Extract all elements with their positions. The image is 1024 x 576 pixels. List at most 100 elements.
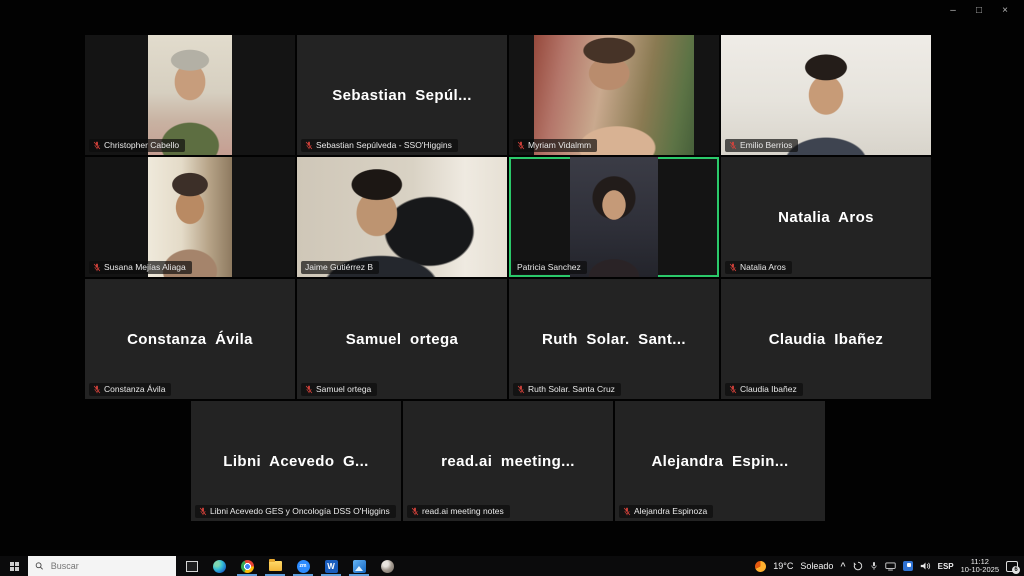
photos-icon [353, 560, 366, 573]
gimp-icon [381, 560, 394, 573]
search-input[interactable] [49, 560, 169, 572]
participant-tile[interactable]: Christopher Cabello [85, 35, 295, 155]
participant-tile[interactable]: Libni Acevedo G... Libni Acevedo GES y O… [191, 401, 401, 521]
system-tray: 19°C Soleado ^ ESP 11:12 10-10-2025 6 [755, 558, 1024, 575]
participant-tile[interactable]: Emilio Berrios [721, 35, 931, 155]
taskbar-app-gimp[interactable] [373, 556, 401, 576]
weather-sun-icon[interactable] [755, 561, 766, 572]
muted-mic-icon [729, 263, 737, 272]
taskbar-search[interactable] [28, 556, 176, 576]
participant-nameplate: Natalia Aros [725, 261, 792, 274]
participant-name-label: Claudia Ibañez [740, 385, 797, 394]
taskbar-app-chrome[interactable] [233, 556, 261, 576]
participant-tile[interactable]: Constanza Ávila Constanza Ávila [85, 279, 295, 399]
minimize-button[interactable]: – [940, 0, 966, 22]
sync-icon[interactable] [853, 561, 863, 571]
participant-name-label: Christopher Cabello [104, 141, 179, 150]
weather-temperature[interactable]: 19°C [773, 561, 793, 571]
display-cast-icon[interactable] [885, 562, 896, 571]
task-view-button[interactable] [179, 556, 205, 576]
clock-date: 10-10-2025 [961, 566, 999, 575]
action-center-icon[interactable]: 6 [1006, 561, 1018, 572]
participant-video [534, 35, 694, 155]
participant-video [721, 35, 931, 155]
participant-nameplate: Susana Mejías Aliaga [89, 261, 192, 274]
participant-tile[interactable]: Sebastian Sepúl... Sebastian Sepúlveda -… [297, 35, 507, 155]
muted-mic-icon [305, 385, 313, 394]
zoom-meeting-window: – □ × Christopher Cabello Sebastian Sepú… [0, 0, 1024, 556]
taskbar-clock[interactable]: 11:12 10-10-2025 [961, 558, 999, 575]
taskbar-app-word[interactable]: W [317, 556, 345, 576]
muted-mic-icon [729, 141, 737, 150]
weather-condition[interactable]: Soleado [800, 561, 833, 571]
participant-name-label: Natalia Aros [740, 263, 786, 272]
taskbar-app-edge[interactable] [205, 556, 233, 576]
notification-badge: 6 [1012, 566, 1020, 574]
participant-name-label: Samuel ortega [316, 385, 371, 394]
participant-video [570, 157, 658, 277]
start-button[interactable] [0, 556, 28, 576]
participant-nameplate: Claudia Ibañez [725, 383, 803, 396]
muted-mic-icon [517, 141, 525, 150]
participant-nameplate: Jaime Gutiérrez B [301, 261, 379, 274]
participant-tile[interactable]: Natalia Aros Natalia Aros [721, 157, 931, 277]
muted-mic-icon [517, 385, 525, 394]
microphone-icon[interactable] [870, 561, 878, 571]
participant-name-label: read.ai meeting notes [422, 507, 504, 516]
participant-name-label: Constanza Ávila [104, 385, 165, 394]
volume-icon[interactable] [920, 561, 931, 571]
teams-tray-icon[interactable] [903, 561, 913, 571]
participant-display-name: Samuel ortega [297, 279, 507, 399]
participant-nameplate: Constanza Ávila [89, 383, 171, 396]
muted-mic-icon [623, 507, 631, 516]
participant-display-name: Libni Acevedo G... [191, 401, 401, 521]
task-view-icon [186, 561, 198, 572]
muted-mic-icon [93, 385, 101, 394]
participant-tile-active-speaker[interactable]: Patricia Sanchez [509, 157, 719, 277]
language-indicator[interactable]: ESP [938, 562, 954, 571]
participant-name-label: Alejandra Espinoza [634, 507, 707, 516]
participant-tile[interactable]: Samuel ortega Samuel ortega [297, 279, 507, 399]
close-button[interactable]: × [992, 0, 1018, 22]
participant-nameplate: Patricia Sanchez [513, 261, 587, 274]
taskbar-app-file-explorer[interactable] [261, 556, 289, 576]
participant-display-name: Natalia Aros [721, 157, 931, 277]
participant-display-name: Alejandra Espin... [615, 401, 825, 521]
participant-name-label: Sebastian Sepúlveda - SSO'Higgins [316, 141, 452, 150]
participant-video [148, 157, 232, 277]
participant-tile[interactable]: Jaime Gutiérrez B [297, 157, 507, 277]
participant-display-name: Constanza Ávila [85, 279, 295, 399]
participant-name-label: Jaime Gutiérrez B [305, 263, 373, 272]
taskbar-app-zoom[interactable]: zm [289, 556, 317, 576]
file-explorer-icon [269, 561, 282, 571]
participant-name-label: Libni Acevedo GES y Oncología DSS O'Higg… [210, 507, 390, 516]
participant-display-name: Claudia Ibañez [721, 279, 931, 399]
participant-video [297, 157, 507, 277]
participant-tile[interactable]: Claudia Ibañez Claudia Ibañez [721, 279, 931, 399]
participant-nameplate: Alejandra Espinoza [619, 505, 713, 518]
window-controls: – □ × [940, 0, 1018, 22]
muted-mic-icon [411, 507, 419, 516]
taskbar-app-photos[interactable] [345, 556, 373, 576]
participant-tile[interactable]: Susana Mejías Aliaga [85, 157, 295, 277]
participant-nameplate: Libni Acevedo GES y Oncología DSS O'Higg… [195, 505, 396, 518]
participant-tile[interactable]: Alejandra Espin... Alejandra Espinoza [615, 401, 825, 521]
participant-tile[interactable]: Ruth Solar. Sant... Ruth Solar. Santa Cr… [509, 279, 719, 399]
participant-name-label: Emilio Berrios [740, 141, 792, 150]
participant-display-name: Sebastian Sepúl... [297, 35, 507, 155]
edge-icon [213, 560, 226, 573]
participant-tile[interactable]: Myriam Vidalmm [509, 35, 719, 155]
participant-nameplate: Samuel ortega [301, 383, 377, 396]
search-icon [35, 561, 44, 571]
chevron-up-icon[interactable]: ^ [840, 561, 845, 571]
muted-mic-icon [199, 507, 207, 516]
participant-nameplate: Ruth Solar. Santa Cruz [513, 383, 621, 396]
muted-mic-icon [305, 141, 313, 150]
participant-name-label: Patricia Sanchez [517, 263, 581, 272]
chrome-icon [241, 560, 254, 573]
participant-tile[interactable]: read.ai meeting... read.ai meeting notes [403, 401, 613, 521]
participant-name-label: Ruth Solar. Santa Cruz [528, 385, 615, 394]
participant-nameplate: Myriam Vidalmm [513, 139, 597, 152]
maximize-button[interactable]: □ [966, 0, 992, 22]
zoom-app-icon: zm [297, 560, 310, 573]
